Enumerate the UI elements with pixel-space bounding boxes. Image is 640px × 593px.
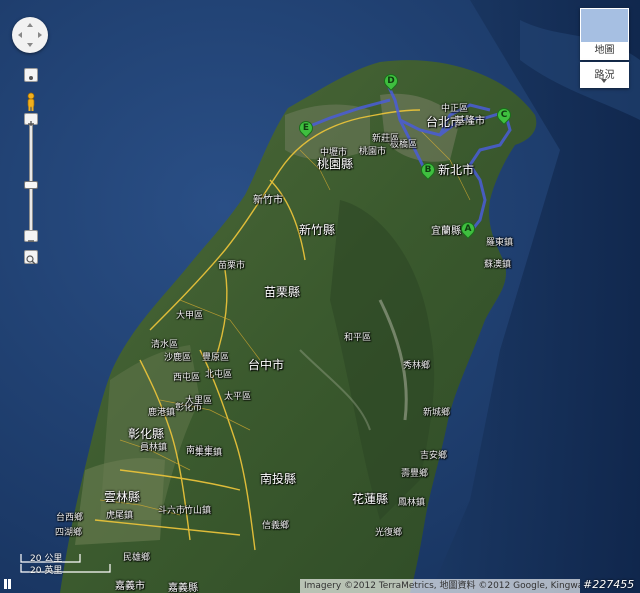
zoom-out-button[interactable] [24,230,38,242]
place-label-yilan-county: 宜蘭縣 [431,226,461,237]
marker-e[interactable]: E [296,118,316,141]
scale-bar: 20 公里 20 英里 [20,552,115,576]
place-label-heping: 和平區 [344,333,372,343]
minus-icon [28,240,34,242]
dot-icon [29,76,33,80]
marker-label: E [302,123,310,133]
place-label-zhongli: 中壢市 [320,148,348,158]
place-label-chiayi-county: 嘉義縣 [168,583,198,593]
reset-view-button[interactable] [24,68,38,82]
marker-label: D [387,76,395,86]
place-label-taichung: 台中市 [248,358,285,372]
place-label-shoufeng: 壽豐鄉 [401,469,429,479]
place-label-nantou-county: 南投縣 [260,472,297,486]
place-label-hualien-county: 花蓮縣 [352,492,389,506]
marker-c[interactable]: C [494,105,514,128]
place-label-xinbei: 新北市 [438,163,475,177]
place-label-jiji: 集集鎮 [195,448,223,458]
place-label-yunlin: 雲林縣 [104,490,141,504]
map-type-label: 地圖 [581,42,628,59]
place-label-dali: 大里區 [185,396,213,406]
place-label-minxiong: 民雄鄉 [123,553,151,563]
watermark: #227455 [583,578,635,591]
place-label-chiayi-city: 嘉義市 [115,581,145,592]
map-type-button[interactable]: 地圖 [580,8,629,60]
satellite-imagery [0,0,640,593]
zoom-area-button[interactable] [24,250,38,265]
place-label-douliu: 斗六市 [158,506,186,516]
place-label-miaoli-county: 苗栗縣 [264,285,301,299]
traffic-layer-button[interactable]: 路況 [580,62,629,88]
place-label-miaoli-city: 苗栗市 [218,261,246,271]
marker-b[interactable]: B [418,160,438,183]
place-label-fenglin: 鳳林鎮 [398,498,426,508]
marker-label: A [464,224,472,234]
zoom-slider-handle[interactable] [24,181,38,189]
place-label-taiping: 太平區 [224,392,252,402]
place-label-keelung: 基隆市 [455,116,485,127]
place-label-shalu: 沙鹿區 [164,353,192,363]
place-label-xitun: 西屯區 [173,373,201,383]
place-label-fengyuan: 豐原區 [202,353,230,363]
zoom-slider-track[interactable] [29,125,33,235]
place-label-xinyi: 信義鄉 [262,521,290,531]
place-label-dajia: 大甲區 [176,311,204,321]
place-label-suao: 蘇澳鎮 [484,260,512,270]
magnifier-icon [26,255,36,265]
place-label-luodong: 羅東鎮 [486,238,514,248]
place-label-guangfu: 光復鄉 [375,528,403,538]
place-label-yuanlin: 員林鎮 [140,443,168,453]
place-label-xiulin: 秀林鄉 [403,361,431,371]
chevron-down-icon [601,79,607,83]
place-label-lugang: 鹿港鎮 [148,408,176,418]
scale-mi-label: 20 英里 [30,566,63,576]
place-label-jian: 吉安鄉 [420,451,448,461]
map-canvas[interactable]: 台北市 新北市 桃園縣 基隆市 新竹市 新竹縣 苗栗縣 苗栗市 宜蘭縣 羅東鎮 蘇澳鎮 台中市 彰化縣彰… [0,0,640,593]
place-label-xinzhuang: 新莊區 [372,134,400,144]
marker-label: C [500,110,508,120]
place-label-huwei: 虎尾鎮 [106,511,134,521]
attribution-text: Imagery ©2012 TerraMetrics, 地圖資料 ©2012 G… [300,579,580,593]
place-label-beitun: 北屯區 [205,370,233,380]
pan-control[interactable] [12,17,48,53]
marker-d[interactable]: D [381,71,401,94]
place-label-hsinchu-county: 新竹縣 [299,223,336,237]
place-label-xincheng: 新城鄉 [423,408,451,418]
place-label-qingshui: 清水區 [151,340,179,350]
marker-label: B [424,165,432,175]
place-label-hsinchu-city: 新竹市 [253,195,283,206]
bookmark-icon[interactable] [3,578,13,590]
zoom-in-button[interactable] [24,113,38,127]
marker-a[interactable]: A [458,219,478,242]
place-label-sihu: 四湖鄉 [55,528,83,538]
place-label-zhongzheng: 中正區 [441,104,469,114]
place-label-taoyuan-city: 桃園市 [359,147,387,157]
place-label-zhushan: 竹山鎮 [184,506,212,516]
place-label-taixi: 台西鄉 [56,513,84,523]
pegman-icon[interactable] [25,92,37,112]
pan-arrows-icon [18,23,42,47]
